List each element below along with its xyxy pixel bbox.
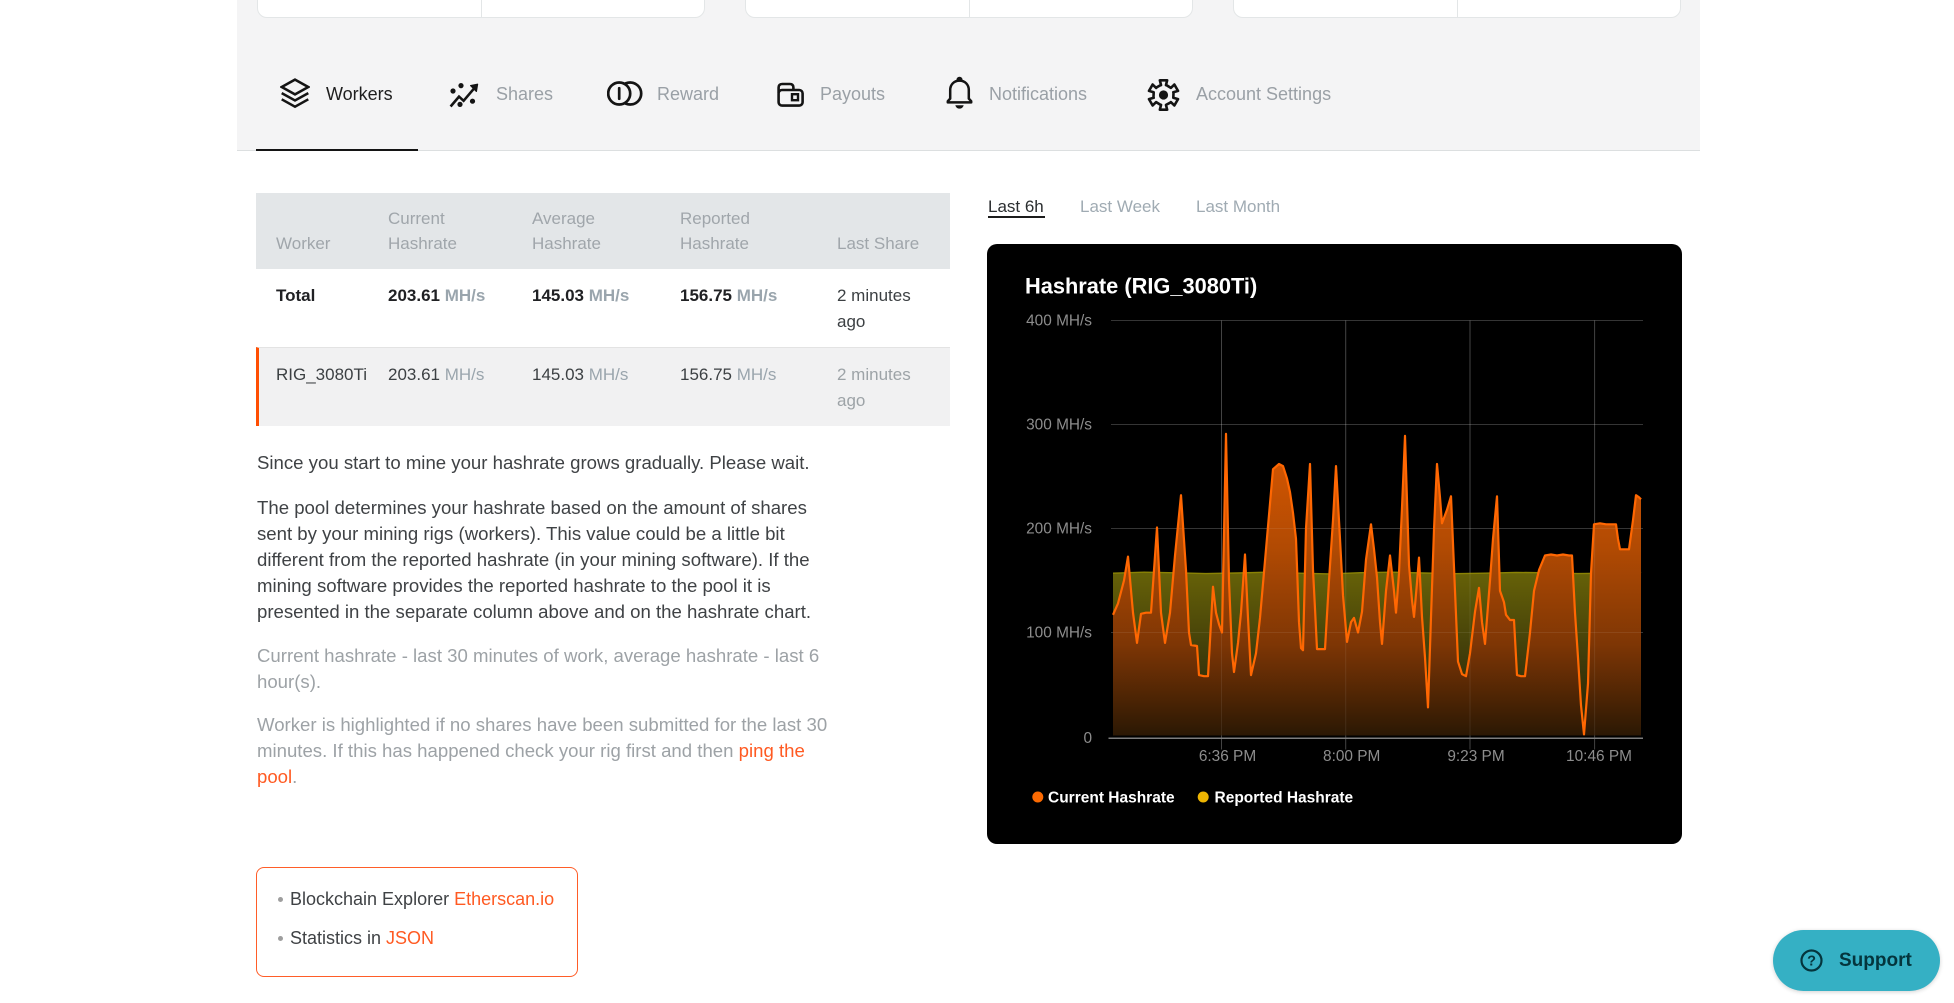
svg-text:8:00 PM: 8:00 PM bbox=[1323, 748, 1380, 765]
svg-text:9:23 PM: 9:23 PM bbox=[1447, 748, 1504, 765]
svg-text:200 MH/s: 200 MH/s bbox=[1026, 521, 1092, 538]
svg-text:0: 0 bbox=[1083, 730, 1092, 747]
svg-text:400 MH/s: 400 MH/s bbox=[1026, 313, 1092, 330]
svg-text:6:36 PM: 6:36 PM bbox=[1199, 748, 1256, 765]
svg-text:300 MH/s: 300 MH/s bbox=[1026, 417, 1092, 434]
svg-text:100 MH/s: 100 MH/s bbox=[1026, 625, 1092, 642]
svg-text:Hashrate (RIG_3080Ti): Hashrate (RIG_3080Ti) bbox=[1025, 274, 1257, 299]
svg-text:Current Hashrate: Current Hashrate bbox=[1048, 790, 1175, 807]
svg-text:10:46 PM: 10:46 PM bbox=[1566, 748, 1632, 765]
svg-text:?: ? bbox=[1807, 954, 1816, 970]
svg-text:Reported Hashrate: Reported Hashrate bbox=[1215, 790, 1354, 807]
